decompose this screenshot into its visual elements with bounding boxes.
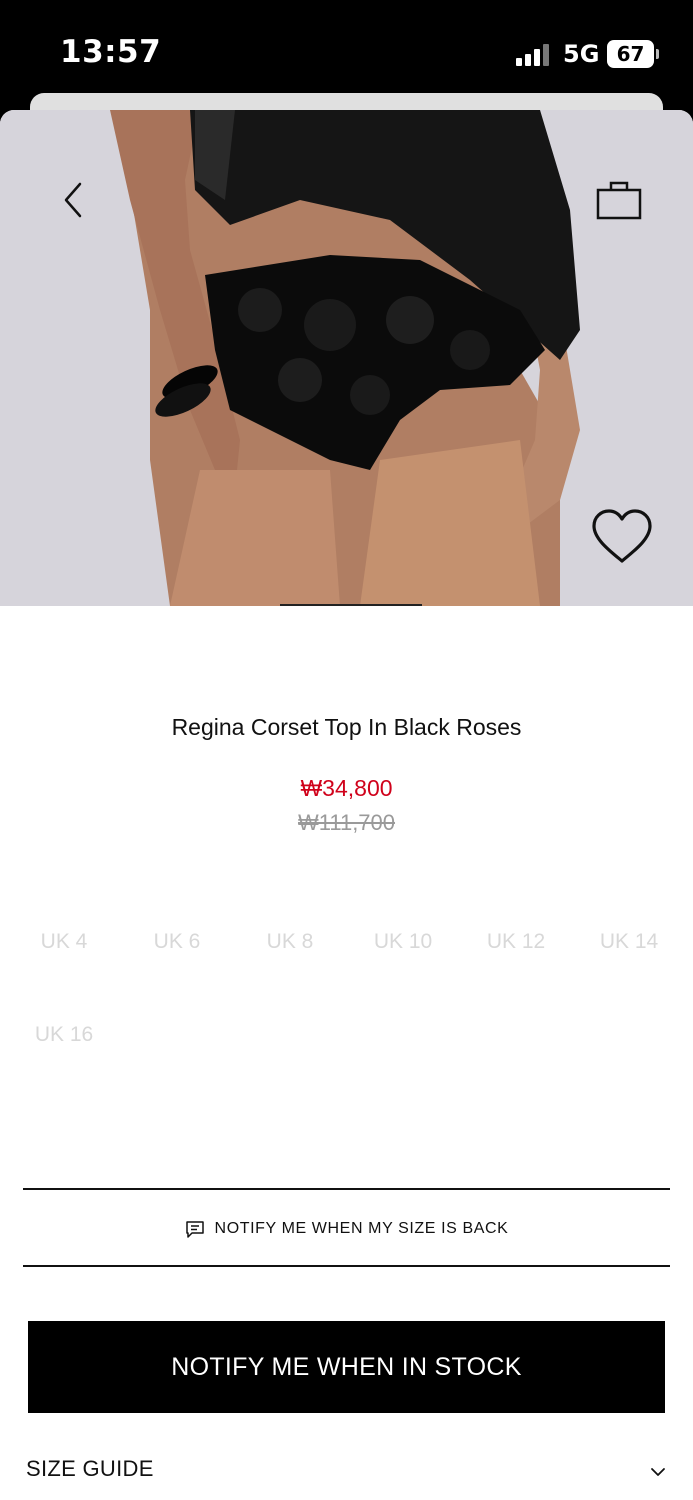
size-option[interactable]: UK 10 bbox=[363, 930, 443, 954]
status-time: 13:57 bbox=[60, 34, 162, 70]
battery-nub bbox=[656, 49, 659, 59]
size-option[interactable]: UK 8 bbox=[250, 930, 330, 954]
back-button[interactable] bbox=[50, 176, 98, 224]
product-sheet: Regina Corset Top In Black Roses ₩34,800… bbox=[0, 110, 693, 1500]
signal-icon bbox=[516, 44, 550, 66]
heart-icon bbox=[592, 509, 652, 563]
bag-button[interactable] bbox=[592, 176, 646, 224]
size-option[interactable]: UK 14 bbox=[589, 930, 669, 954]
notify-size-label: NOTIFY ME WHEN MY SIZE IS BACK bbox=[214, 1220, 509, 1237]
shopping-bag-icon bbox=[596, 181, 642, 220]
chevron-down-icon[interactable] bbox=[648, 1462, 668, 1482]
battery-level: 67 bbox=[616, 42, 645, 66]
chevron-left-icon bbox=[64, 182, 82, 218]
size-option[interactable]: UK 6 bbox=[137, 930, 217, 954]
divider bbox=[23, 1188, 670, 1190]
message-icon bbox=[185, 1221, 204, 1238]
image-indicator bbox=[280, 604, 422, 606]
size-option[interactable]: UK 16 bbox=[24, 1023, 104, 1047]
size-option[interactable]: UK 12 bbox=[476, 930, 556, 954]
sale-price: ₩34,800 bbox=[300, 775, 393, 801]
divider bbox=[23, 1265, 670, 1267]
product-image[interactable] bbox=[0, 110, 693, 606]
battery-icon: 67 bbox=[607, 40, 654, 68]
size-guide-toggle[interactable]: SIZE GUIDE bbox=[26, 1456, 154, 1482]
original-price: ₩111,700 bbox=[297, 810, 396, 835]
size-option[interactable]: UK 4 bbox=[24, 930, 104, 954]
wishlist-button[interactable] bbox=[588, 506, 656, 568]
network-type: 5G bbox=[563, 40, 600, 68]
notify-size-button[interactable]: NOTIFY ME WHEN MY SIZE IS BACK bbox=[0, 1214, 693, 1244]
product-title: Regina Corset Top In Black Roses bbox=[171, 714, 522, 740]
notify-stock-button[interactable]: NOTIFY ME WHEN IN STOCK bbox=[28, 1321, 665, 1413]
notify-stock-label: NOTIFY ME WHEN IN STOCK bbox=[171, 1352, 522, 1381]
